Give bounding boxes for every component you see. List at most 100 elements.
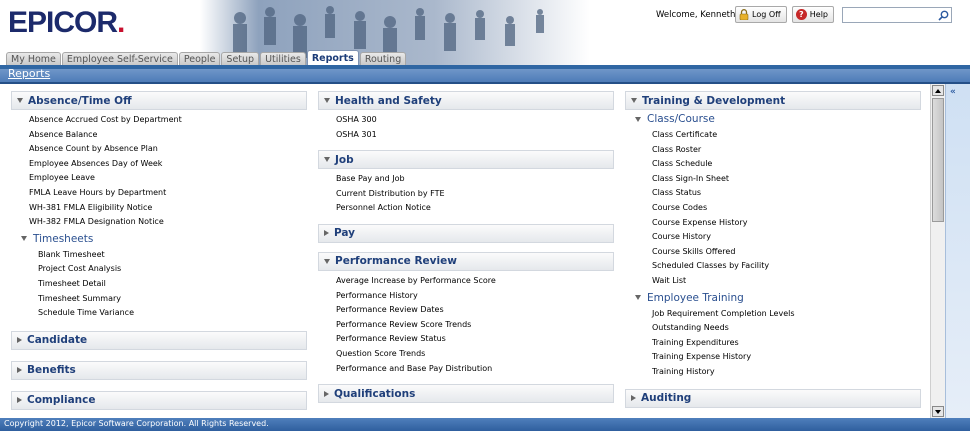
report-link[interactable]: Training Expense History — [652, 350, 921, 365]
section-training-and-development[interactable]: Training & Development — [625, 91, 921, 110]
section-benefits[interactable]: Benefits — [11, 360, 307, 380]
section-performance-review[interactable]: Performance Review — [318, 251, 614, 271]
section-absence-time-off[interactable]: Absence/Time Off — [11, 91, 307, 110]
app-header: EPICOR. Welcome, Kenneth Log Off ? Help … — [0, 0, 970, 65]
absence-report-list: Absence Accrued Cost by Department Absen… — [11, 110, 307, 230]
subsection-employee-training[interactable]: Employee Training — [625, 289, 921, 307]
expanded-icon — [21, 236, 27, 242]
report-link[interactable]: Performance Review Score Trends — [336, 318, 614, 333]
section-health-and-safety[interactable]: Health and Safety — [318, 91, 614, 110]
report-link[interactable]: Schedule Time Variance — [38, 306, 307, 321]
performance-report-list: Average Increase by Performance Score Pe… — [318, 271, 614, 376]
report-link[interactable]: Performance Review Status — [336, 332, 614, 347]
report-link[interactable]: Class Status — [652, 186, 921, 201]
collapsed-icon — [631, 395, 636, 401]
report-link[interactable]: Absence Accrued Cost by Department — [29, 113, 307, 128]
report-link[interactable]: Scheduled Classes by Facility — [652, 259, 921, 274]
report-link[interactable]: OSHA 301 — [336, 128, 614, 143]
vertical-scrollbar[interactable] — [930, 84, 945, 418]
help-label: Help — [809, 10, 828, 19]
report-link[interactable]: Performance History — [336, 289, 614, 304]
report-link[interactable]: Class Schedule — [652, 157, 921, 172]
collapsed-icon — [17, 367, 22, 374]
scroll-thumb[interactable] — [932, 98, 944, 222]
report-link[interactable]: FMLA Leave Hours by Department — [29, 186, 307, 201]
report-link[interactable]: Performance and Base Pay Distribution — [336, 362, 614, 377]
report-link[interactable]: Class Sign-In Sheet — [652, 172, 921, 187]
report-link[interactable]: Timesheet Summary — [38, 292, 307, 307]
scroll-down-button[interactable] — [932, 406, 944, 417]
expanded-icon — [635, 116, 641, 122]
tab-my-home[interactable]: My Home — [6, 52, 61, 65]
tab-reports[interactable]: Reports — [306, 50, 359, 65]
section-job[interactable]: Job — [318, 150, 614, 170]
report-link[interactable]: OSHA 300 — [336, 113, 614, 128]
report-link[interactable]: Job Requirement Completion Levels — [652, 307, 921, 322]
tab-people[interactable]: People — [178, 52, 221, 65]
subsection-class-course[interactable]: Class/Course — [625, 110, 921, 128]
report-link[interactable]: Class Roster — [652, 143, 921, 158]
subsection-timesheets[interactable]: Timesheets — [11, 230, 307, 248]
scroll-up-button[interactable] — [932, 85, 944, 96]
tab-utilities[interactable]: Utilities — [260, 52, 306, 65]
help-button[interactable]: ? Help — [792, 6, 834, 23]
report-link[interactable]: Course Codes — [652, 201, 921, 216]
report-link[interactable]: Course History — [652, 230, 921, 245]
report-link[interactable]: Performance Review Dates — [336, 303, 614, 318]
search-icon[interactable] — [936, 8, 950, 22]
reports-column-2: Health and Safety OSHA 300 OSHA 301 Job … — [318, 91, 614, 404]
section-compliance[interactable]: Compliance — [11, 390, 307, 410]
section-auditing[interactable]: Auditing — [625, 388, 921, 408]
welcome-message: Welcome, Kenneth — [656, 10, 736, 20]
collapse-panel-icon[interactable]: « — [950, 87, 956, 97]
report-link[interactable]: Outstanding Needs — [652, 321, 921, 336]
expanded-icon — [324, 98, 330, 103]
epicor-logo: EPICOR. — [8, 6, 125, 39]
tab-routing[interactable]: Routing — [359, 52, 407, 65]
report-link[interactable]: Course Expense History — [652, 216, 921, 231]
timesheets-report-list: Blank Timesheet Project Cost Analysis Ti… — [11, 248, 307, 321]
collapsed-icon — [17, 337, 22, 344]
report-link[interactable]: Project Cost Analysis — [38, 262, 307, 277]
tab-setup[interactable]: Setup — [221, 52, 260, 65]
report-link[interactable]: Wait List — [652, 274, 921, 289]
expanded-icon — [635, 295, 641, 301]
report-link[interactable]: WH-381 FMLA Eligibility Notice — [29, 201, 307, 216]
expanded-icon — [631, 98, 637, 103]
report-link[interactable]: Course Skills Offered — [652, 245, 921, 260]
page-title[interactable]: Reports — [8, 67, 50, 80]
section-qualifications[interactable]: Qualifications — [318, 384, 614, 404]
reports-column-1: Absence/Time Off Absence Accrued Cost by… — [11, 91, 307, 410]
report-link[interactable]: Base Pay and Job — [336, 172, 614, 187]
side-panel: « — [945, 84, 970, 418]
help-icon: ? — [796, 9, 807, 20]
reports-column-3: Training & Development Class/Course Clas… — [625, 91, 921, 408]
tab-employee-self-service[interactable]: Employee Self-Service — [61, 52, 178, 65]
report-link[interactable]: Timesheet Detail — [38, 277, 307, 292]
employee-training-report-list: Job Requirement Completion Levels Outsta… — [625, 307, 921, 380]
report-link[interactable]: Training History — [652, 365, 921, 380]
report-link[interactable]: Blank Timesheet — [38, 248, 307, 263]
page-title-bar — [0, 69, 970, 82]
report-link[interactable]: Training Expenditures — [652, 336, 921, 351]
report-link[interactable]: Employee Absences Day of Week — [29, 157, 307, 172]
report-link[interactable]: Personnel Action Notice — [336, 201, 614, 216]
report-link[interactable]: Average Increase by Performance Score — [336, 274, 614, 289]
report-link[interactable]: Absence Balance — [29, 128, 307, 143]
report-link[interactable]: Absence Count by Absence Plan — [29, 142, 307, 157]
reports-content: Absence/Time Off Absence Accrued Cost by… — [0, 84, 930, 418]
section-pay[interactable]: Pay — [318, 223, 614, 243]
report-link[interactable]: Class Certificate — [652, 128, 921, 143]
report-link[interactable]: WH-382 FMLA Designation Notice — [29, 215, 307, 230]
log-off-button[interactable]: Log Off — [735, 6, 787, 23]
main-tabs: My Home Employee Self-Service People Set… — [6, 50, 407, 65]
expanded-icon — [324, 157, 330, 163]
expanded-icon — [324, 258, 330, 264]
expanded-icon — [17, 98, 23, 103]
report-link[interactable]: Employee Leave — [29, 171, 307, 186]
report-link[interactable]: Current Distribution by FTE — [336, 187, 614, 202]
lock-icon — [739, 9, 749, 21]
section-candidate[interactable]: Candidate — [11, 330, 307, 350]
class-course-report-list: Class Certificate Class Roster Class Sch… — [625, 128, 921, 289]
report-link[interactable]: Question Score Trends — [336, 347, 614, 362]
